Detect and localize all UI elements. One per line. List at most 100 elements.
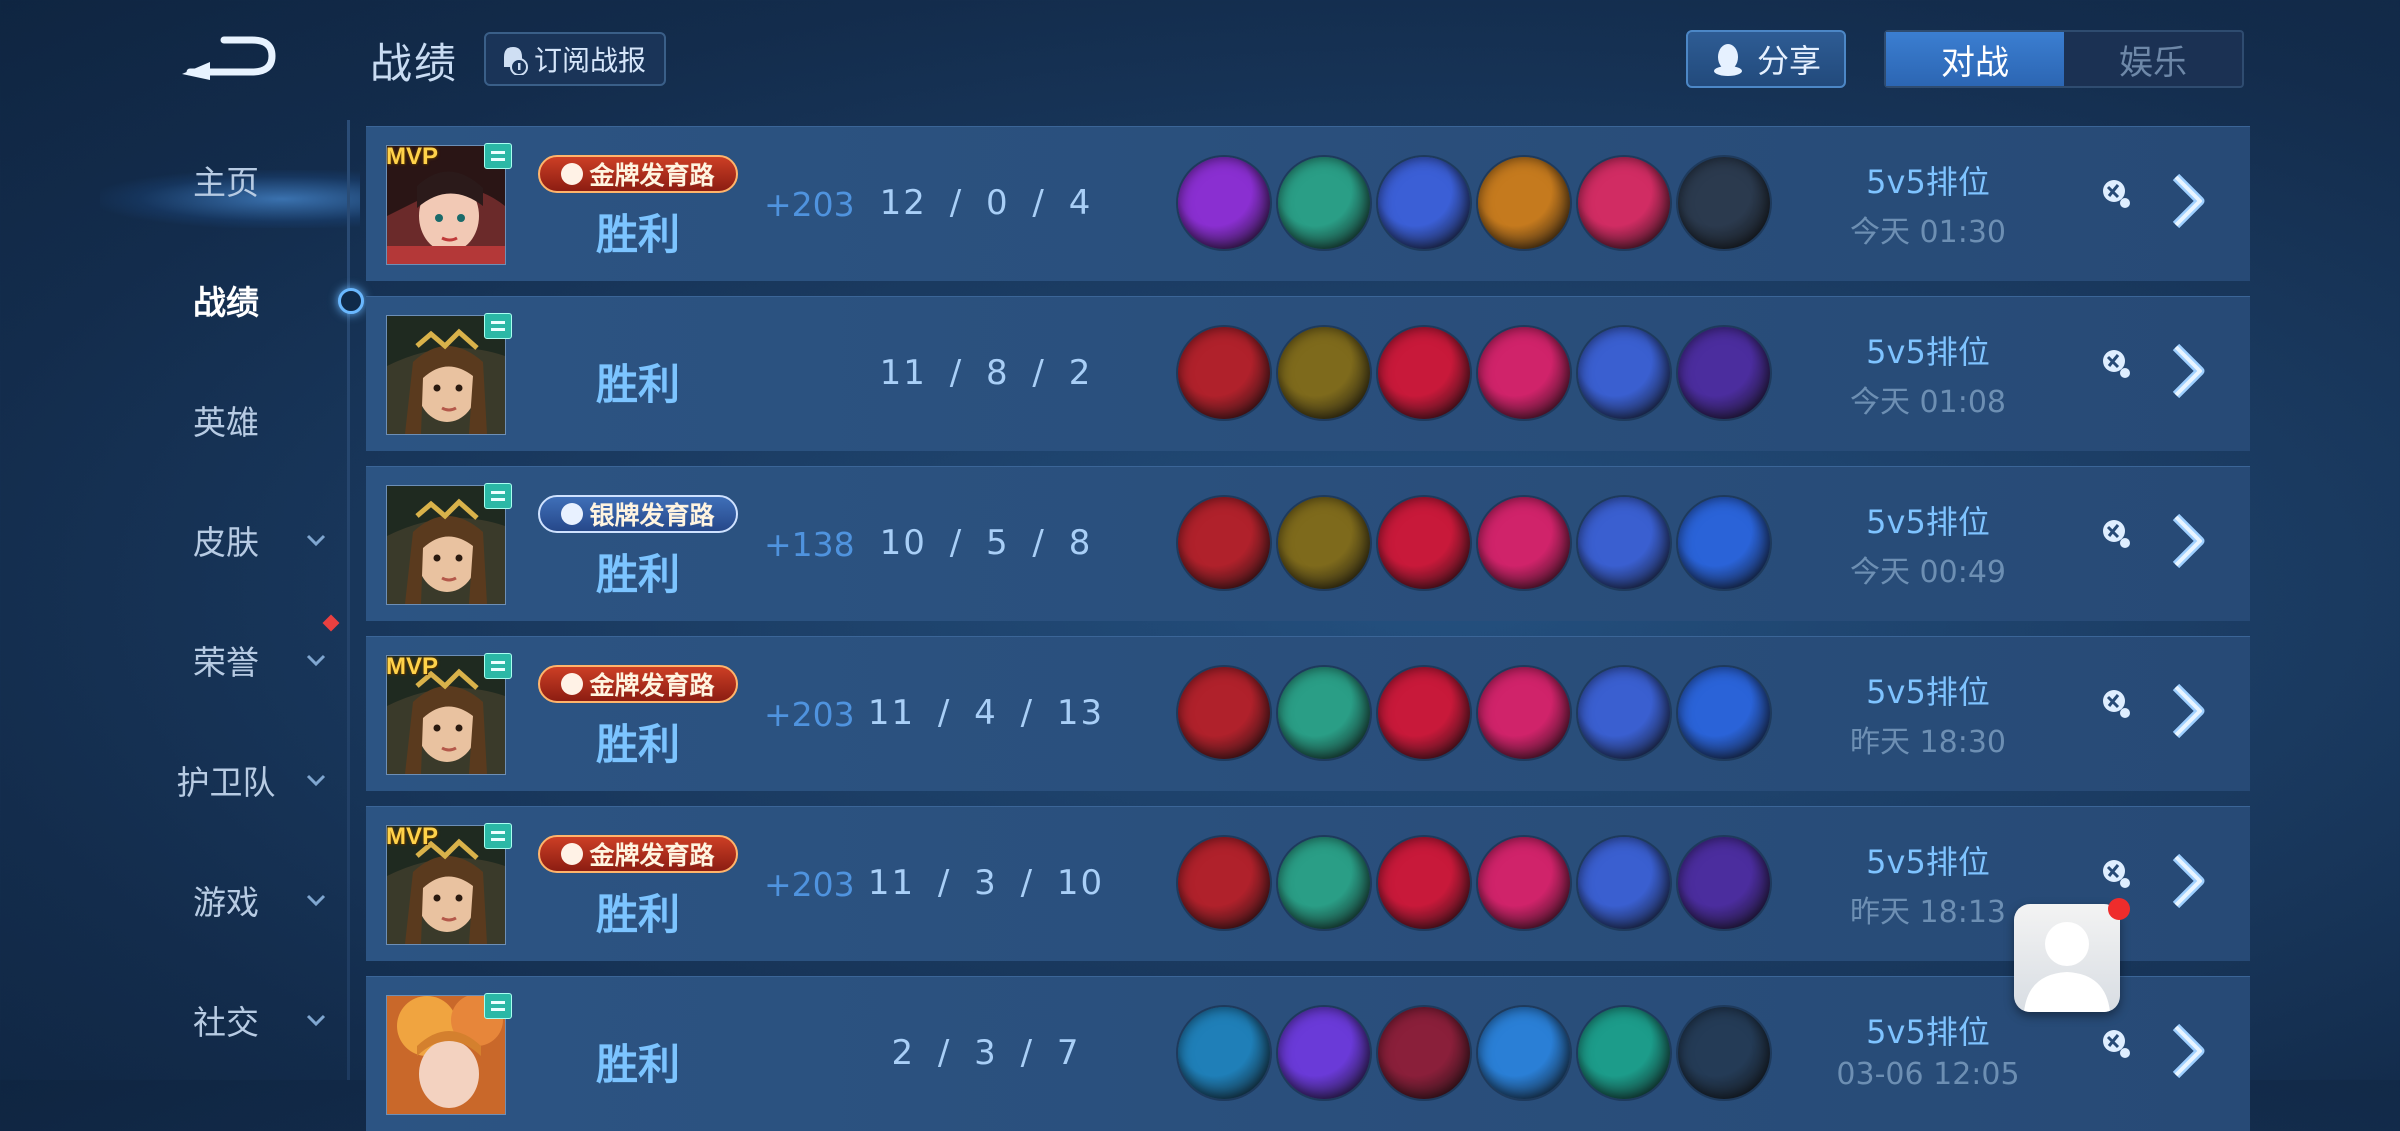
rank-tier-icon [484, 143, 512, 169]
equipment-item-icon [1378, 1007, 1470, 1099]
bell-info-icon [504, 47, 528, 75]
match-row[interactable]: MVP 金牌发育路 胜利 +203 11 / 3 / 10 5v5排位 昨天 18:13 [366, 806, 2250, 961]
position-badge: 金牌发育路 [538, 665, 738, 703]
equipment-item-icon [1678, 1007, 1770, 1099]
chevron-right-icon[interactable] [2162, 851, 2216, 911]
equipment-item-icon [1678, 667, 1770, 759]
match-time: 今天 00:49 [1850, 555, 2006, 590]
match-mode: 5v5排位 [1866, 163, 1990, 201]
position-badge-label: 金牌发育路 [589, 841, 715, 870]
equipment-item-icon [1178, 327, 1270, 419]
match-time: 03-06 12:05 [1836, 1057, 2020, 1092]
share-match-icon[interactable] [2100, 177, 2132, 209]
item-build [1178, 1007, 1770, 1099]
subscribe-report-button[interactable]: 订阅战报 [484, 32, 667, 86]
share-match-icon[interactable] [2100, 687, 2132, 719]
share-match-icon[interactable] [2100, 857, 2132, 889]
mvp-tag: MVP [386, 143, 439, 170]
tab-entertainment[interactable]: 娱乐 [2064, 32, 2242, 86]
match-row[interactable]: 银牌发育路 胜利 +138 10 / 5 / 8 5v5排位 今天 00:49 [366, 466, 2250, 621]
floating-chat-avatar[interactable] [2014, 904, 2120, 1012]
tab-battle[interactable]: 对战 [1886, 32, 2064, 86]
chevron-down-icon [306, 1014, 326, 1027]
equipment-item-icon [1478, 157, 1570, 249]
sidebar-item-honor[interactable]: 荣誉 [0, 620, 350, 700]
match-row[interactable]: 胜利 2 / 3 / 7 5v5排位 03-06 12:05 [366, 976, 2250, 1131]
chevron-right-icon[interactable] [2162, 511, 2216, 571]
equipment-item-icon [1578, 157, 1670, 249]
mvp-tag: MVP [386, 823, 439, 850]
equipment-item-icon [1278, 667, 1370, 759]
match-time: 今天 01:08 [1850, 385, 2006, 420]
equipment-item-icon [1378, 837, 1470, 929]
match-time: 昨天 18:13 [1850, 895, 2006, 930]
chevron-right-icon[interactable] [2162, 1021, 2216, 1081]
match-time: 昨天 18:30 [1850, 725, 2006, 760]
match-row[interactable]: MVP 金牌发育路 胜利 +203 11 / 4 / 13 5v5排位 昨天 18:30 [366, 636, 2250, 791]
equipment-item-icon [1478, 837, 1570, 929]
subscribe-report-label: 订阅战报 [534, 44, 647, 77]
equipment-item-icon [1178, 157, 1270, 249]
sidebar-item-label: 皮肤 [193, 523, 259, 562]
equipment-item-icon [1678, 157, 1770, 249]
equipment-item-icon [1178, 1007, 1270, 1099]
equipment-item-icon [1378, 327, 1470, 419]
kda-stats: 12 / 0 / 4 [879, 183, 1093, 223]
match-result: 胜利 [595, 360, 680, 409]
share-match-icon[interactable] [2100, 347, 2132, 379]
position-badge-label: 金牌发育路 [589, 161, 715, 190]
sidebar-item-battle-record[interactable]: 战绩 [0, 260, 350, 340]
share-match-icon[interactable] [2100, 517, 2132, 549]
rank-tier-icon [484, 993, 512, 1019]
rank-score-change: +203 [764, 695, 855, 734]
sidebar: 主页战绩英雄皮肤荣誉护卫队游戏社交 [0, 120, 364, 1080]
item-build [1178, 837, 1770, 929]
item-build [1178, 157, 1770, 249]
kda-stats: 11 / 8 / 2 [879, 353, 1093, 393]
sidebar-item-label: 战绩 [193, 283, 259, 322]
sidebar-item-home[interactable]: 主页 [0, 140, 350, 220]
equipment-item-icon [1478, 327, 1570, 419]
equipment-item-icon [1478, 667, 1570, 759]
item-build [1178, 497, 1770, 589]
back-button[interactable] [180, 28, 280, 84]
kda-stats: 10 / 5 / 8 [879, 523, 1093, 563]
equipment-item-icon [1678, 327, 1770, 419]
default-user-icon [2024, 922, 2110, 1012]
sidebar-item-label: 社交 [193, 1003, 259, 1042]
chevron-down-icon [306, 654, 326, 667]
equipment-item-icon [1178, 667, 1270, 759]
page-title: 战绩 [370, 39, 459, 88]
item-build [1178, 667, 1770, 759]
match-row[interactable]: 胜利 11 / 8 / 2 5v5排位今天 01:08 [366, 296, 2250, 451]
equipment-item-icon [1278, 157, 1370, 249]
chevron-right-icon[interactable] [2162, 171, 2216, 231]
sidebar-item-game[interactable]: 游戏 [0, 860, 350, 940]
equipment-item-icon [1578, 1007, 1670, 1099]
sidebar-item-heroes[interactable]: 英雄 [0, 380, 350, 460]
mode-tab-group: 对战 娱乐 [1884, 30, 2244, 88]
share-match-icon[interactable] [2100, 1027, 2132, 1059]
position-badge: 金牌发育路 [538, 155, 738, 193]
position-badge: 银牌发育路 [538, 495, 738, 533]
match-mode: 5v5排位 [1866, 333, 1990, 371]
equipment-item-icon [1378, 157, 1470, 249]
rank-score-change: +203 [764, 865, 855, 904]
sidebar-item-guard[interactable]: 护卫队 [0, 740, 350, 820]
match-row[interactable]: MVP 金牌发育路 胜利 +203 12 / 0 / 4 5v5排位 今天 01:30 [366, 126, 2250, 281]
rank-score-change: +203 [764, 185, 855, 224]
chevron-right-icon[interactable] [2162, 341, 2216, 401]
chevron-down-icon [306, 534, 326, 547]
badge-emblem-icon [561, 163, 584, 185]
chevron-down-icon [306, 774, 326, 787]
sidebar-item-social[interactable]: 社交 [0, 980, 350, 1060]
share-button[interactable]: 分享 [1686, 30, 1846, 88]
sidebar-item-skins[interactable]: 皮肤 [0, 500, 350, 580]
equipment-item-icon [1178, 497, 1270, 589]
equipment-item-icon [1278, 837, 1370, 929]
rank-tier-icon [484, 823, 512, 849]
badge-emblem-icon [561, 503, 584, 525]
chevron-right-icon[interactable] [2162, 681, 2216, 741]
equipment-item-icon [1578, 327, 1670, 419]
qq-penguin-icon [1713, 44, 1742, 76]
